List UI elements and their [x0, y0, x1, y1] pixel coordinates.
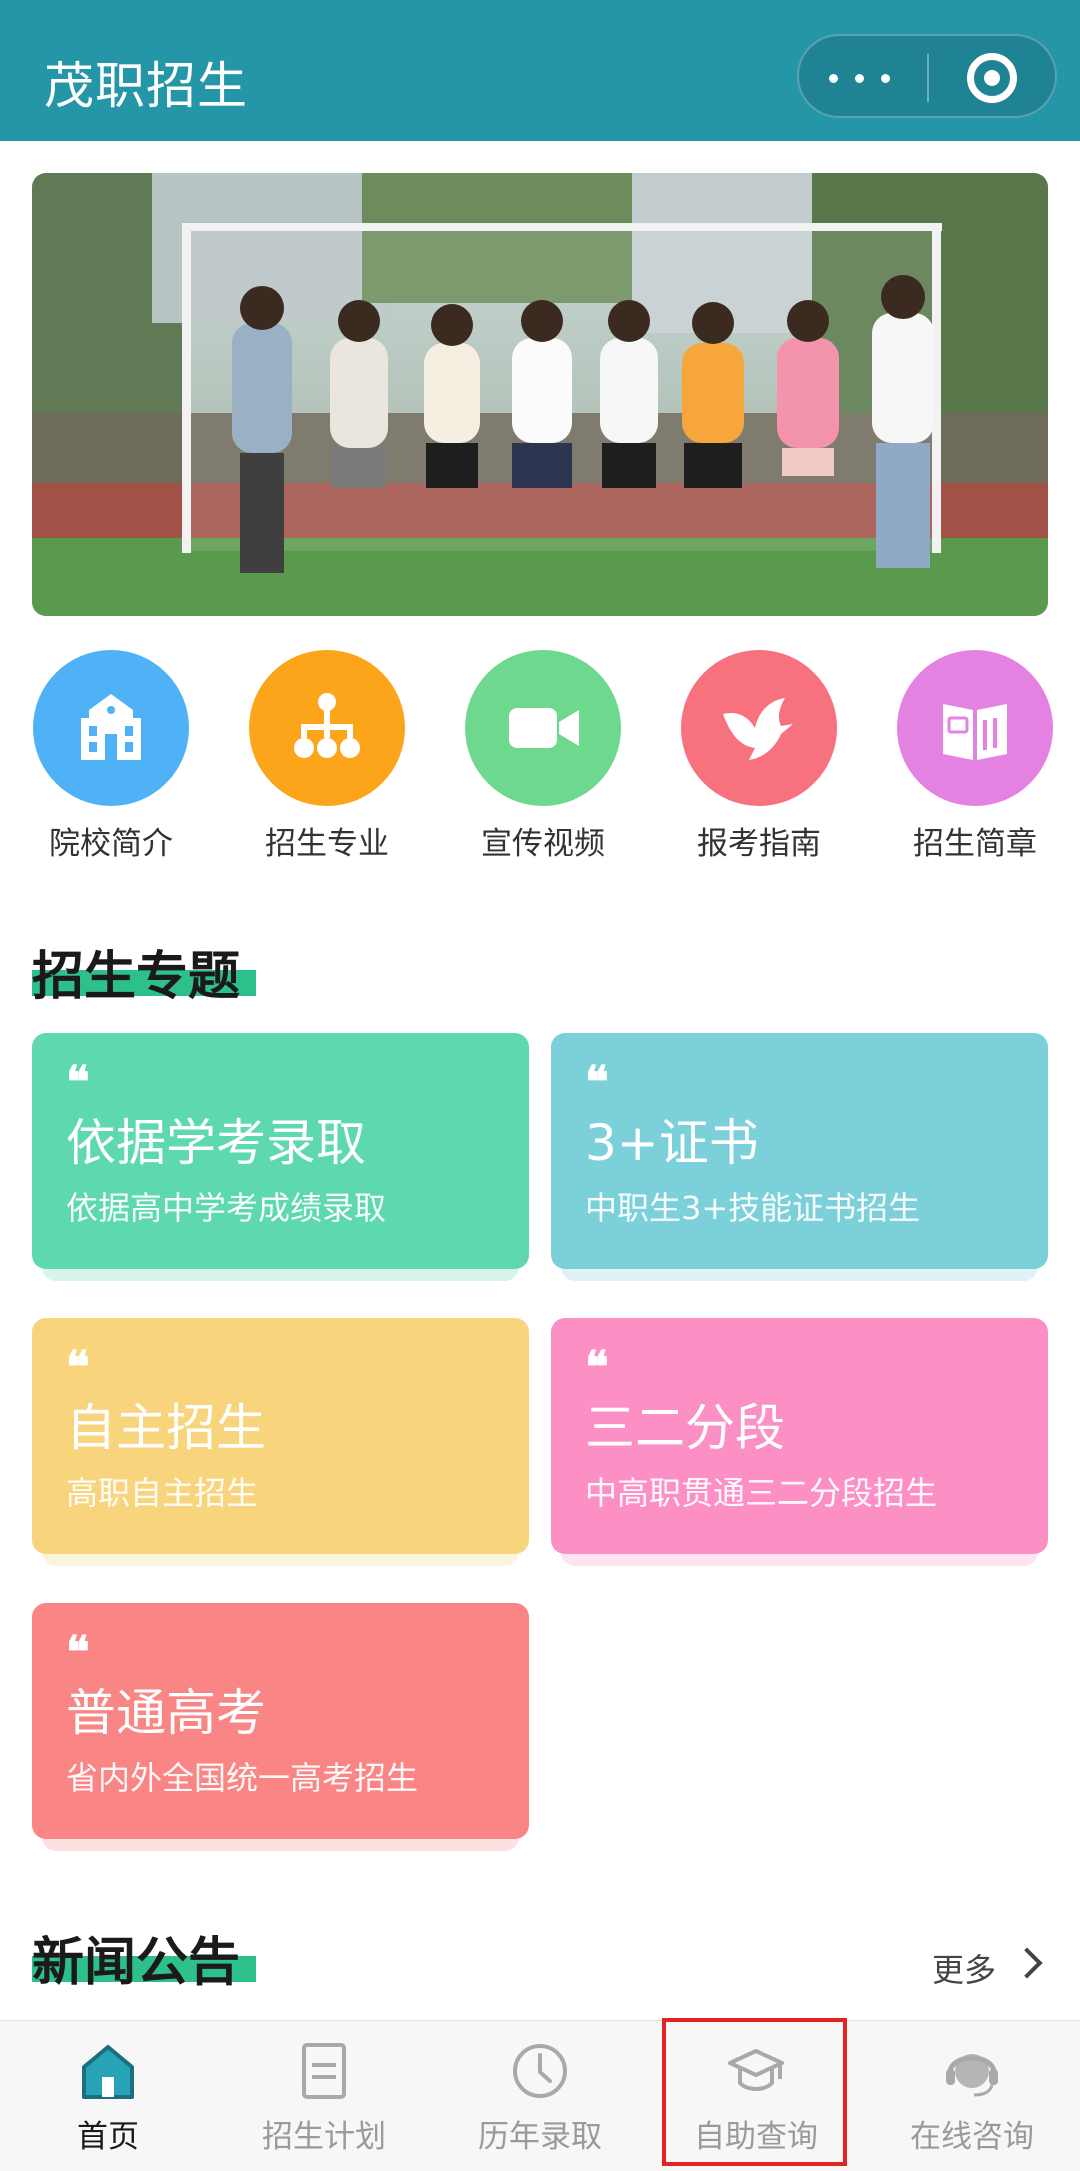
- topic-card-subtitle: 依据高中学考成绩录取: [66, 1189, 387, 1227]
- topic-card-academic-test[interactable]: ❝ 依据学考录取 依据高中学考成绩录取: [32, 1033, 529, 1281]
- card-shadow: [42, 1267, 519, 1281]
- topic-card-3plus-certificate[interactable]: ❝ 3+证书 中职生3+技能证书招生: [551, 1033, 1048, 1281]
- topic-card-subtitle: 高职自主招生: [66, 1474, 259, 1512]
- quick-entry-guide[interactable]: 报考指南: [674, 650, 844, 870]
- clock-icon: [513, 2044, 567, 2098]
- tab-enrollment-plan[interactable]: 招生计划: [216, 2021, 432, 2171]
- tab-label: 首页: [77, 2119, 139, 2155]
- card-shadow: [561, 1552, 1038, 1566]
- banner-photo-students: [32, 173, 1048, 616]
- topic-card-independent[interactable]: ❝ 自主招生 高职自主招生: [32, 1318, 529, 1566]
- bottom-tab-bar: 首页 招生计划 历年录取 自助查询 在线咨询: [0, 2020, 1080, 2171]
- card-shadow: [42, 1837, 519, 1851]
- topic-card-title: 依据学考录取: [66, 1114, 366, 1172]
- tab-online-consult[interactable]: 在线咨询: [864, 2021, 1080, 2171]
- school-building-icon: [33, 650, 189, 806]
- org-tree-icon: [249, 650, 405, 806]
- quote-icon: ❝: [66, 1342, 90, 1393]
- dove-icon: [681, 650, 837, 806]
- quick-entry-label: 宣传视频: [481, 826, 605, 862]
- capsule-divider: [927, 54, 929, 102]
- quick-entry-label: 报考指南: [697, 826, 821, 862]
- topic-card-subtitle: 省内外全国统一高考招生: [66, 1759, 419, 1797]
- page-title: 茂职招生: [44, 57, 248, 115]
- quick-entry-label: 招生专业: [265, 826, 389, 862]
- topic-card-subtitle: 中高职贯通三二分段招生: [585, 1474, 938, 1512]
- tab-past-admissions[interactable]: 历年录取: [432, 2021, 648, 2171]
- tab-label: 历年录取: [478, 2119, 602, 2155]
- headset-icon: [946, 2054, 998, 2097]
- news-more-link[interactable]: 更多: [932, 1945, 996, 1991]
- quick-entry-label: 招生简章: [913, 826, 1037, 862]
- home-icon: [82, 2045, 134, 2099]
- topic-card-subtitle: 中职生3+技能证书招生: [585, 1189, 921, 1227]
- topic-card-title: 3+证书: [585, 1114, 759, 1172]
- news-section-title: 新闻公告: [32, 1933, 241, 1993]
- banner-image[interactable]: [32, 173, 1048, 616]
- quote-icon: ❝: [585, 1057, 609, 1108]
- quote-icon: ❝: [66, 1057, 90, 1108]
- open-book-icon: [897, 650, 1053, 806]
- more-menu-icon[interactable]: [829, 56, 899, 100]
- topic-card-three-two[interactable]: ❝ 三二分段 中高职贯通三二分段招生: [551, 1318, 1048, 1566]
- quote-icon: ❝: [66, 1627, 90, 1678]
- quick-entry-video[interactable]: 宣传视频: [458, 650, 628, 870]
- highlight-box: [662, 2018, 847, 2166]
- video-camera-icon: [465, 650, 621, 806]
- quick-entry-majors[interactable]: 招生专业: [242, 650, 412, 870]
- card-shadow: [561, 1267, 1038, 1281]
- close-target-icon[interactable]: [967, 53, 1017, 103]
- tab-label: 在线咨询: [910, 2119, 1034, 2155]
- topic-card-title: 普通高考: [66, 1684, 266, 1742]
- quick-entry-label: 院校简介: [49, 826, 173, 862]
- tab-home[interactable]: 首页: [0, 2021, 216, 2171]
- topic-card-title: 自主招生: [66, 1399, 266, 1457]
- document-icon: [302, 2043, 346, 2099]
- quick-entry-brochure[interactable]: 招生简章: [890, 650, 1060, 870]
- mini-program-capsule: [797, 34, 1057, 118]
- topic-card-gaokao[interactable]: ❝ 普通高考 省内外全国统一高考招生: [32, 1603, 529, 1851]
- topics-section-title: 招生专题: [32, 947, 241, 1007]
- chevron-right-icon[interactable]: [1011, 1947, 1043, 1979]
- card-shadow: [42, 1552, 519, 1566]
- quick-entry-school-intro[interactable]: 院校简介: [26, 650, 196, 870]
- top-nav-bar: 茂职招生: [0, 0, 1080, 141]
- quote-icon: ❝: [585, 1342, 609, 1393]
- tab-label: 招生计划: [262, 2119, 386, 2155]
- topic-card-title: 三二分段: [585, 1399, 785, 1457]
